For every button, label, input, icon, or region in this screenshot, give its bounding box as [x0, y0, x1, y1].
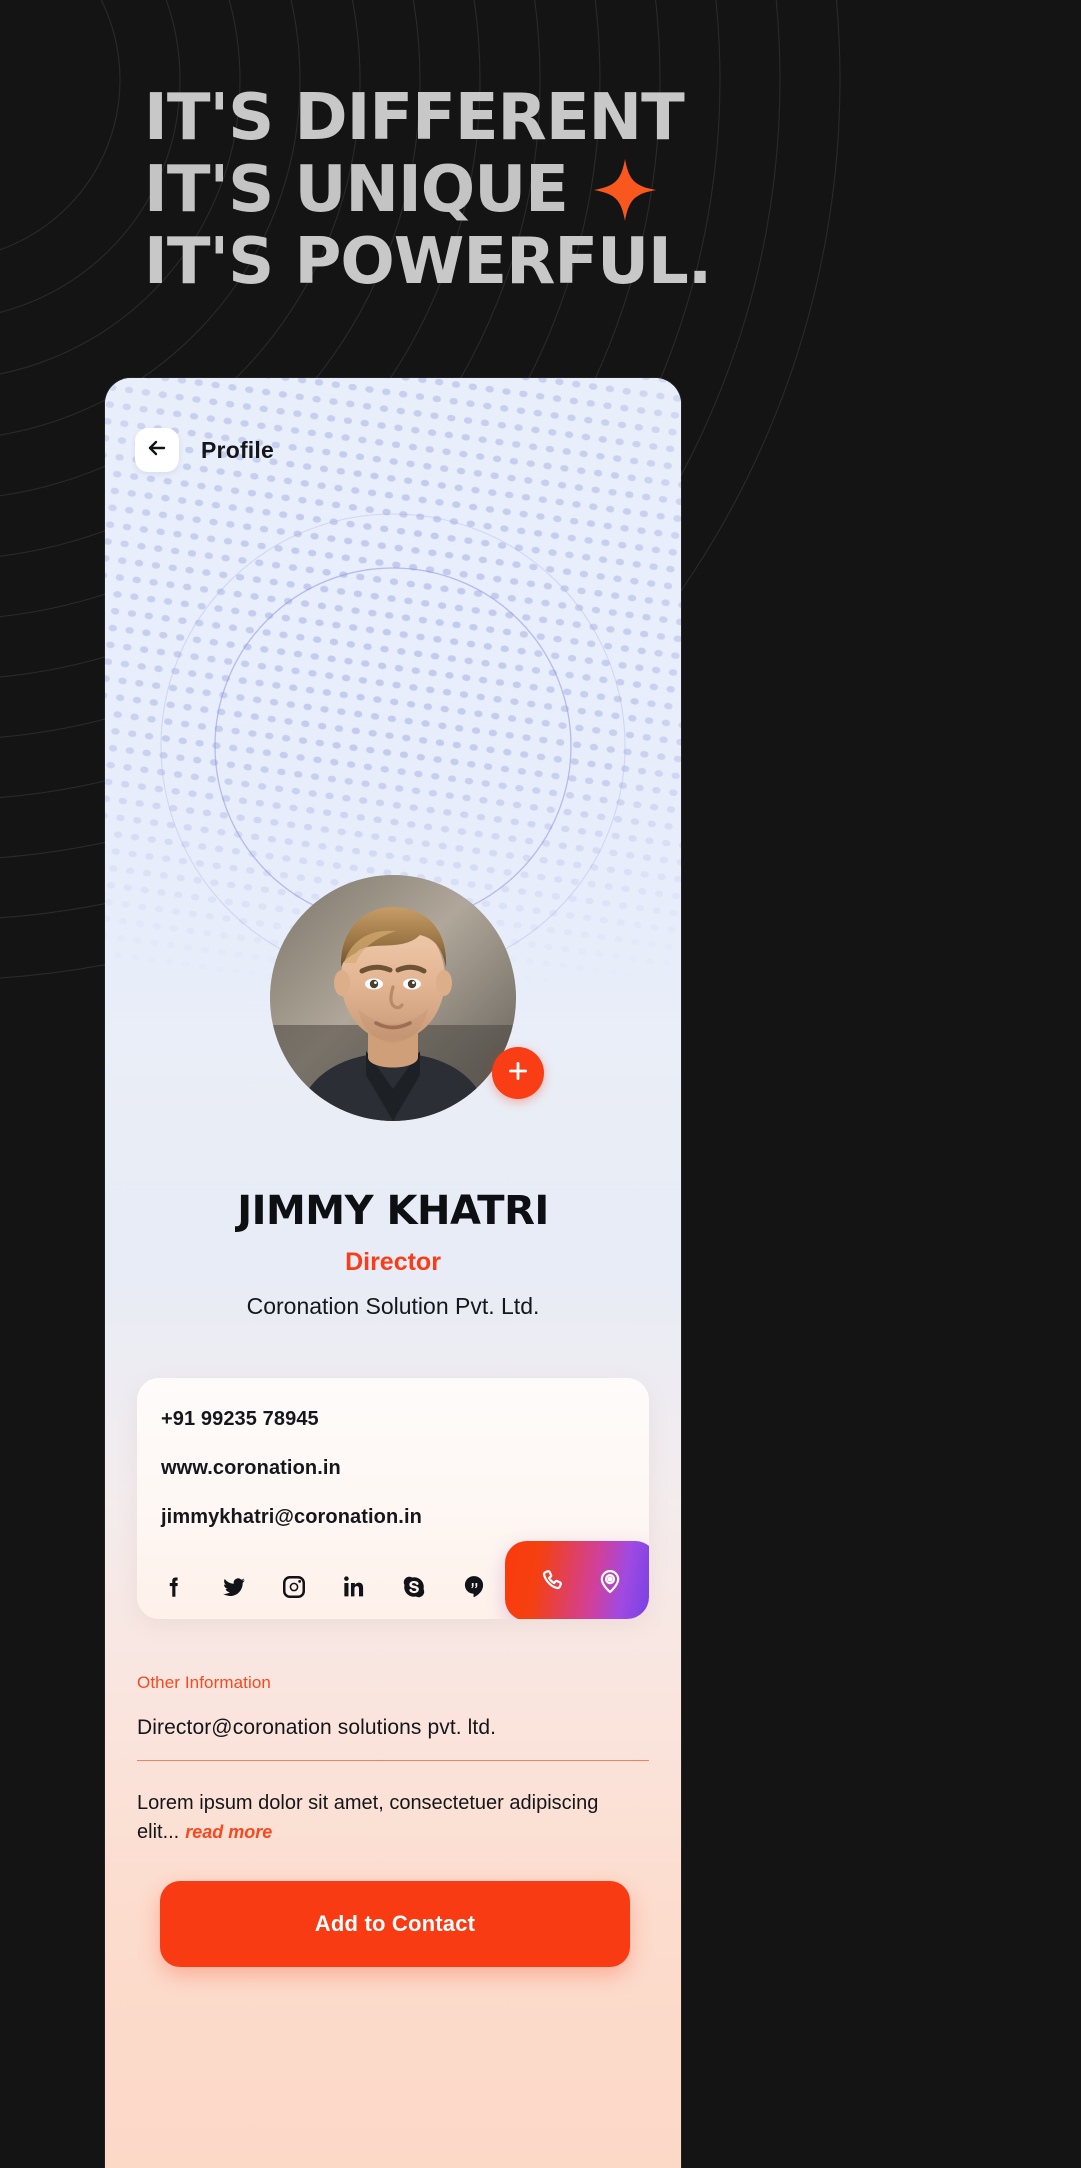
other-information-title: Other Information — [137, 1673, 271, 1692]
contact-email[interactable]: jimmykhatri@coronation.in — [137, 1506, 649, 1529]
phone-mockup: Profile JIMMY KHATRI Director Coronation… — [105, 378, 681, 2168]
avatar-container — [270, 875, 544, 1121]
hero-line-2: IT'S UNIQUE — [144, 153, 569, 227]
page-title: Profile — [201, 436, 274, 463]
identity-block: JIMMY KHATRI Director Coronation Solutio… — [105, 1188, 681, 1320]
avatar[interactable] — [270, 875, 516, 1121]
linkedin-icon[interactable] — [341, 1574, 367, 1600]
plus-icon — [505, 1058, 531, 1089]
four-point-star-icon — [593, 159, 656, 221]
hero-headline: IT'S DIFFERENT IT'S UNIQUE IT'S POWERFUL… — [144, 82, 904, 298]
phone-call-icon[interactable] — [538, 1567, 566, 1595]
hero-line-3: IT'S POWERFUL. — [144, 225, 712, 299]
hero-line-1: IT'S DIFFERENT — [144, 81, 685, 155]
hangouts-icon[interactable] — [461, 1574, 487, 1600]
person-company: Coronation Solution Pvt. Ltd. — [246, 1293, 540, 1319]
card-header: Profile — [135, 428, 274, 472]
arrow-left-icon — [145, 436, 169, 465]
hero-line-2-row: IT'S UNIQUE — [144, 154, 904, 226]
contact-website[interactable]: www.coronation.in — [137, 1457, 649, 1480]
social-links-row — [137, 1541, 649, 1619]
back-button[interactable] — [135, 428, 179, 472]
person-role: Director — [345, 1248, 441, 1276]
instagram-icon[interactable] — [281, 1574, 307, 1600]
twitter-icon[interactable] — [221, 1574, 247, 1600]
contact-phone[interactable]: +91 99235 78945 — [137, 1408, 649, 1431]
other-information-value: Director@coronation solutions pvt. ltd. — [137, 1716, 497, 1739]
section-divider — [137, 1760, 649, 1761]
skype-icon[interactable] — [401, 1574, 427, 1600]
quick-actions-pill — [505, 1541, 649, 1619]
read-more-link[interactable]: read more — [185, 1822, 272, 1842]
contact-card: +91 99235 78945 www.coronation.in jimmyk… — [137, 1378, 649, 1619]
location-pin-icon[interactable] — [596, 1567, 624, 1595]
add-to-contact-button[interactable]: Add to Contact — [160, 1881, 630, 1967]
facebook-icon[interactable] — [161, 1574, 187, 1600]
other-information-description: Lorem ipsum dolor sit amet, consectetuer… — [137, 1789, 649, 1847]
other-information-section: Other Information Director@coronation so… — [137, 1673, 649, 1847]
person-name: JIMMY KHATRI — [237, 1188, 549, 1234]
add-photo-button[interactable] — [492, 1047, 544, 1099]
